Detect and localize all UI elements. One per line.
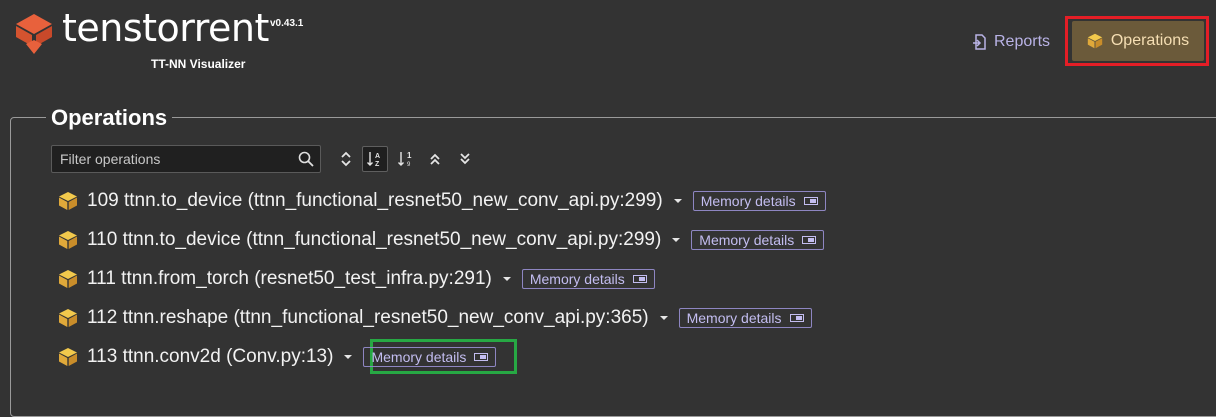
version-label: v0.43.1 bbox=[270, 18, 304, 29]
cube-icon bbox=[59, 231, 77, 249]
toggle-icon bbox=[474, 353, 489, 361]
memory-details-button[interactable]: Memory details bbox=[692, 191, 826, 211]
double-chevron-up-icon bbox=[430, 153, 440, 165]
memory-details-label: Memory details bbox=[371, 349, 467, 365]
filter-field[interactable] bbox=[51, 145, 321, 173]
toggle-icon bbox=[803, 197, 818, 205]
memory-details-button[interactable]: Memory details bbox=[678, 308, 812, 328]
sort-numeric-button[interactable]: 1 9 bbox=[393, 146, 419, 172]
svg-text:9: 9 bbox=[407, 162, 411, 168]
operation-label[interactable]: 110 ttnn.to_device (ttnn_functional_resn… bbox=[87, 229, 661, 251]
cube-icon bbox=[59, 192, 77, 210]
memory-details-label: Memory details bbox=[529, 271, 625, 287]
collapse-all-button[interactable] bbox=[422, 146, 448, 172]
toggle-icon bbox=[789, 314, 804, 322]
svg-text:Z: Z bbox=[375, 161, 380, 168]
memory-details-label: Memory details bbox=[700, 193, 796, 209]
sort-numeric-icon: 1 9 bbox=[398, 151, 412, 168]
svg-text:1: 1 bbox=[407, 151, 412, 160]
caret-down-icon[interactable] bbox=[659, 315, 669, 321]
nav-operations-button[interactable]: Operations bbox=[1072, 21, 1204, 61]
caret-down-icon[interactable] bbox=[673, 198, 683, 204]
operation-label[interactable]: 112 ttnn.reshape (ttnn_functional_resnet… bbox=[87, 307, 649, 329]
memory-details-label: Memory details bbox=[686, 310, 782, 326]
nav-reports-button[interactable]: Reports bbox=[972, 31, 1050, 53]
brand-name: tenstorrent bbox=[62, 6, 269, 50]
cube-icon bbox=[59, 270, 77, 288]
operation-label[interactable]: 113 ttnn.conv2d (Conv.py:13) bbox=[87, 346, 333, 368]
operation-row[interactable]: 111 ttnn.from_torch (resnet50_test_infra… bbox=[58, 265, 655, 293]
expand-all-button[interactable] bbox=[452, 146, 478, 172]
cube-icon bbox=[59, 348, 77, 366]
search-icon[interactable] bbox=[298, 151, 314, 167]
memory-details-button[interactable]: Memory details bbox=[521, 269, 655, 289]
panel-title: Operations bbox=[46, 105, 173, 131]
operation-label[interactable]: 109 ttnn.to_device (ttnn_functional_resn… bbox=[87, 190, 663, 212]
sort-alpha-icon: A Z bbox=[367, 152, 380, 168]
memory-details-button[interactable]: Memory details bbox=[691, 230, 825, 250]
nav-operations-label: Operations bbox=[1110, 32, 1190, 49]
operation-row[interactable]: 109 ttnn.to_device (ttnn_functional_resn… bbox=[58, 187, 826, 215]
cube-icon bbox=[1087, 33, 1103, 49]
file-import-icon bbox=[973, 34, 986, 50]
memory-details-label: Memory details bbox=[699, 232, 795, 248]
operation-row[interactable]: 110 ttnn.to_device (ttnn_functional_resn… bbox=[58, 226, 825, 254]
operation-row[interactable]: 113 ttnn.conv2d (Conv.py:13) Memory deta… bbox=[58, 343, 497, 371]
sort-toggle-button[interactable] bbox=[333, 146, 359, 172]
sort-toggle-icon bbox=[341, 151, 351, 167]
toggle-icon bbox=[802, 236, 817, 244]
sort-alpha-button[interactable]: A Z bbox=[362, 146, 388, 172]
operation-row[interactable]: 112 ttnn.reshape (ttnn_functional_resnet… bbox=[58, 304, 812, 332]
toggle-icon bbox=[632, 275, 647, 283]
memory-details-button[interactable]: Memory details bbox=[363, 347, 497, 367]
cube-icon bbox=[59, 309, 77, 327]
tenstorrent-logo-icon bbox=[16, 14, 52, 54]
filter-input[interactable] bbox=[52, 146, 308, 172]
caret-down-icon[interactable] bbox=[671, 237, 681, 243]
nav-reports-label: Reports bbox=[994, 33, 1051, 50]
double-chevron-down-icon bbox=[460, 153, 470, 165]
operation-label[interactable]: 111 ttnn.from_torch (resnet50_test_infra… bbox=[87, 268, 492, 290]
app-subtitle: TT-NN Visualizer bbox=[151, 57, 246, 71]
caret-down-icon[interactable] bbox=[343, 354, 353, 360]
caret-down-icon[interactable] bbox=[502, 276, 512, 282]
svg-text:A: A bbox=[375, 153, 380, 160]
